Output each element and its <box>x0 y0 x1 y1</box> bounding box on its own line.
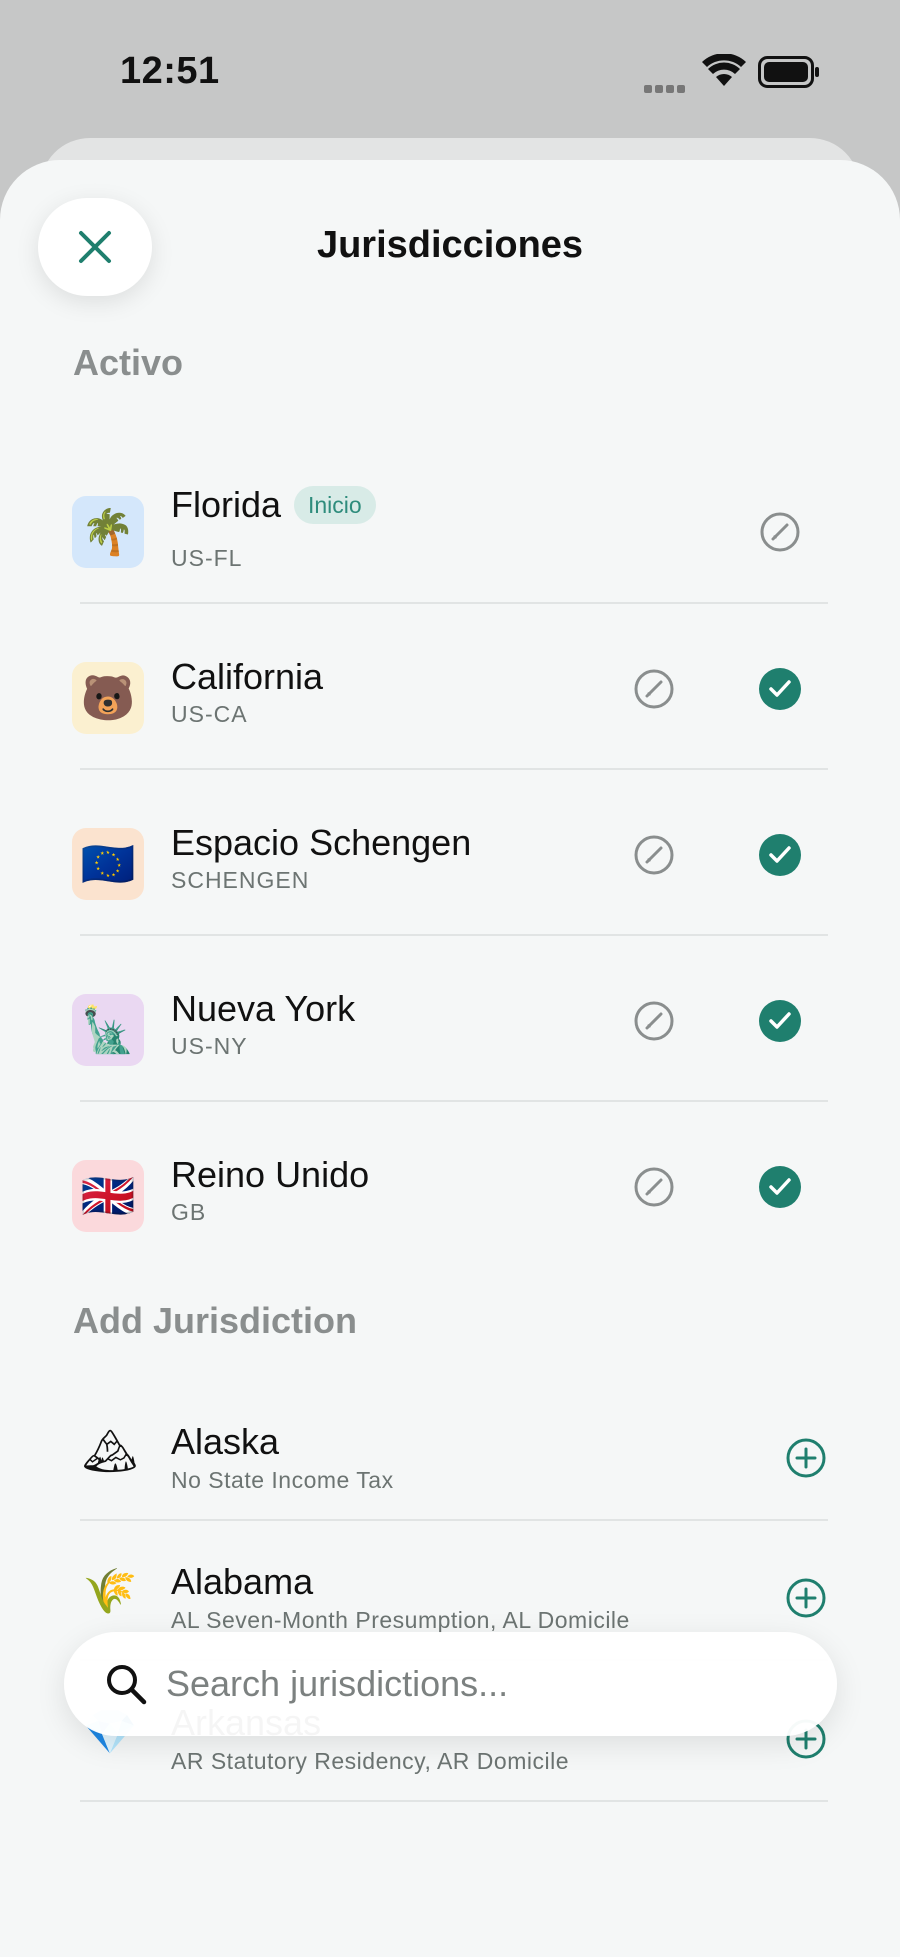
active-toggle-checkbox[interactable] <box>759 834 801 876</box>
checkmark-icon <box>769 1178 791 1195</box>
jurisdiction-row: 🇬🇧 Reino Unido GB <box>0 1103 900 1269</box>
page-title: Jurisdicciones <box>316 224 584 266</box>
jurisdiction-code: US-CA <box>171 701 248 727</box>
edit-icon <box>634 669 674 709</box>
plus-circle-icon <box>786 1438 826 1478</box>
edit-icon <box>760 512 800 552</box>
jurisdiction-name: California <box>171 656 324 697</box>
edit-button[interactable] <box>633 1166 675 1208</box>
row-divider <box>80 602 828 604</box>
active-toggle-checkbox[interactable] <box>759 1166 801 1208</box>
jurisdiction-name: Alaska <box>171 1421 280 1462</box>
palm-tree-icon: 🌴 <box>72 496 144 568</box>
edit-button[interactable] <box>633 834 675 876</box>
search-icon <box>107 1665 147 1705</box>
jurisdiction-code: SCHENGEN <box>171 867 310 893</box>
jurisdiction-row: 🌴 Florida US-FL Inicio <box>0 439 900 605</box>
jurisdiction-name: Florida <box>171 484 282 525</box>
statue-of-liberty-icon: 🗽 <box>72 994 144 1066</box>
jurisdiction-name: Espacio Schengen <box>171 822 472 863</box>
jurisdiction-code: GB <box>171 1199 207 1225</box>
jurisdiction-code: US-NY <box>171 1033 248 1059</box>
cellular-signal-icon <box>644 80 690 93</box>
uk-flag-icon: 🇬🇧 <box>72 1160 144 1232</box>
mountain-icon: 🏔 <box>82 1426 138 1477</box>
row-divider <box>80 1800 828 1802</box>
jurisdiction-row: 🐻 California US-CA <box>0 605 900 771</box>
jurisdiction-name: Nueva York <box>171 988 356 1029</box>
jurisdiction-name: Alabama <box>171 1561 314 1602</box>
search-input[interactable] <box>166 1654 786 1714</box>
row-divider <box>80 768 828 770</box>
section-title-active: Activo <box>73 342 184 383</box>
home-badge: Inicio <box>294 486 376 524</box>
edit-button[interactable] <box>633 668 675 710</box>
active-toggle-checkbox[interactable] <box>759 1000 801 1042</box>
add-jurisdiction-row[interactable]: 🏔 Alaska No State Income Tax <box>0 1381 900 1521</box>
row-divider <box>80 934 828 936</box>
checkmark-icon <box>769 846 791 863</box>
jurisdiction-name: Reino Unido <box>171 1154 370 1195</box>
edit-icon <box>634 1001 674 1041</box>
add-button[interactable] <box>785 1577 827 1619</box>
battery-icon <box>758 56 819 88</box>
jurisdiction-description: No State Income Tax <box>171 1467 394 1493</box>
edit-icon <box>634 1167 674 1207</box>
checkmark-icon <box>769 1012 791 1029</box>
eu-flag-icon: 🇪🇺 <box>72 828 144 900</box>
jurisdiction-description: AL Seven-Month Presumption, AL Domicile <box>171 1607 630 1633</box>
active-toggle-checkbox[interactable] <box>759 668 801 710</box>
add-button[interactable] <box>785 1437 827 1479</box>
wheat-icon: 🌾 <box>82 1566 138 1617</box>
status-time: 12:51 <box>120 50 220 92</box>
plus-circle-icon <box>786 1578 826 1618</box>
edit-button[interactable] <box>633 1000 675 1042</box>
jurisdiction-row: 🇪🇺 Espacio Schengen SCHENGEN <box>0 771 900 937</box>
bear-icon: 🐻 <box>72 662 144 734</box>
wifi-icon <box>702 54 746 86</box>
jurisdiction-description: AR Statutory Residency, AR Domicile <box>171 1748 569 1774</box>
status-bar: 12:51 <box>0 0 900 140</box>
edit-icon <box>634 835 674 875</box>
jurisdiction-code: US-FL <box>171 545 243 571</box>
jurisdiction-row: 🗽 Nueva York US-NY <box>0 937 900 1103</box>
row-divider <box>80 1100 828 1102</box>
checkmark-icon <box>769 680 791 697</box>
section-title-add: Add Jurisdiction <box>73 1300 358 1341</box>
search-bar[interactable] <box>64 1632 837 1736</box>
edit-button[interactable] <box>759 511 801 553</box>
